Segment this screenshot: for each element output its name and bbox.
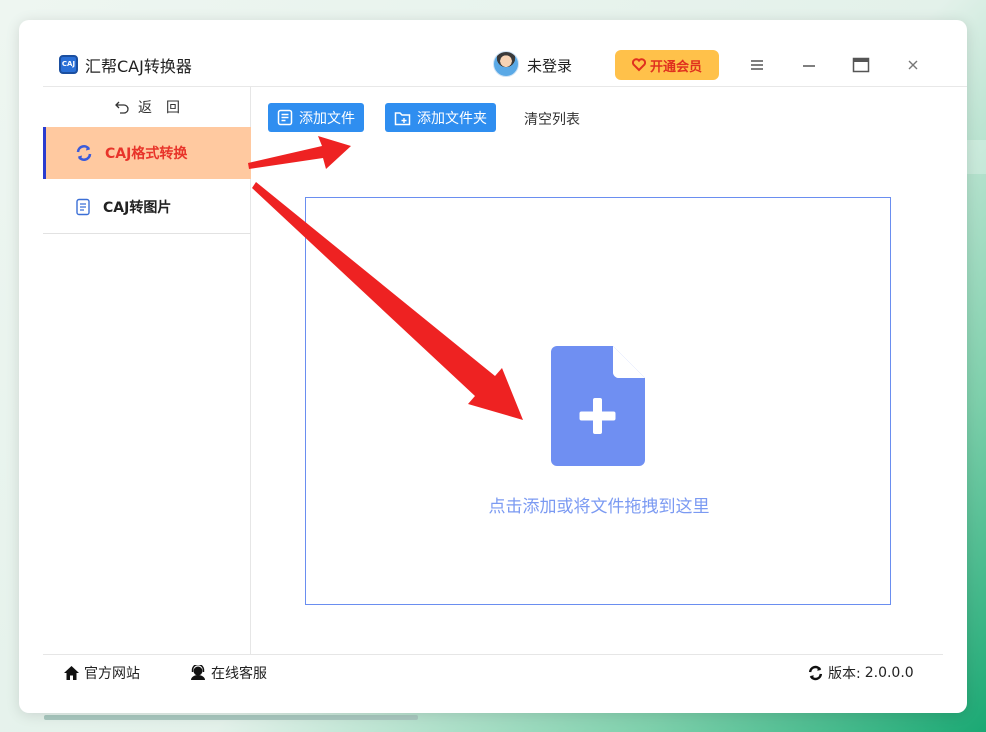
annotation-arrows (248, 136, 523, 420)
arrow-to-add-file (248, 136, 351, 169)
arrow-to-drop-zone (252, 182, 523, 420)
